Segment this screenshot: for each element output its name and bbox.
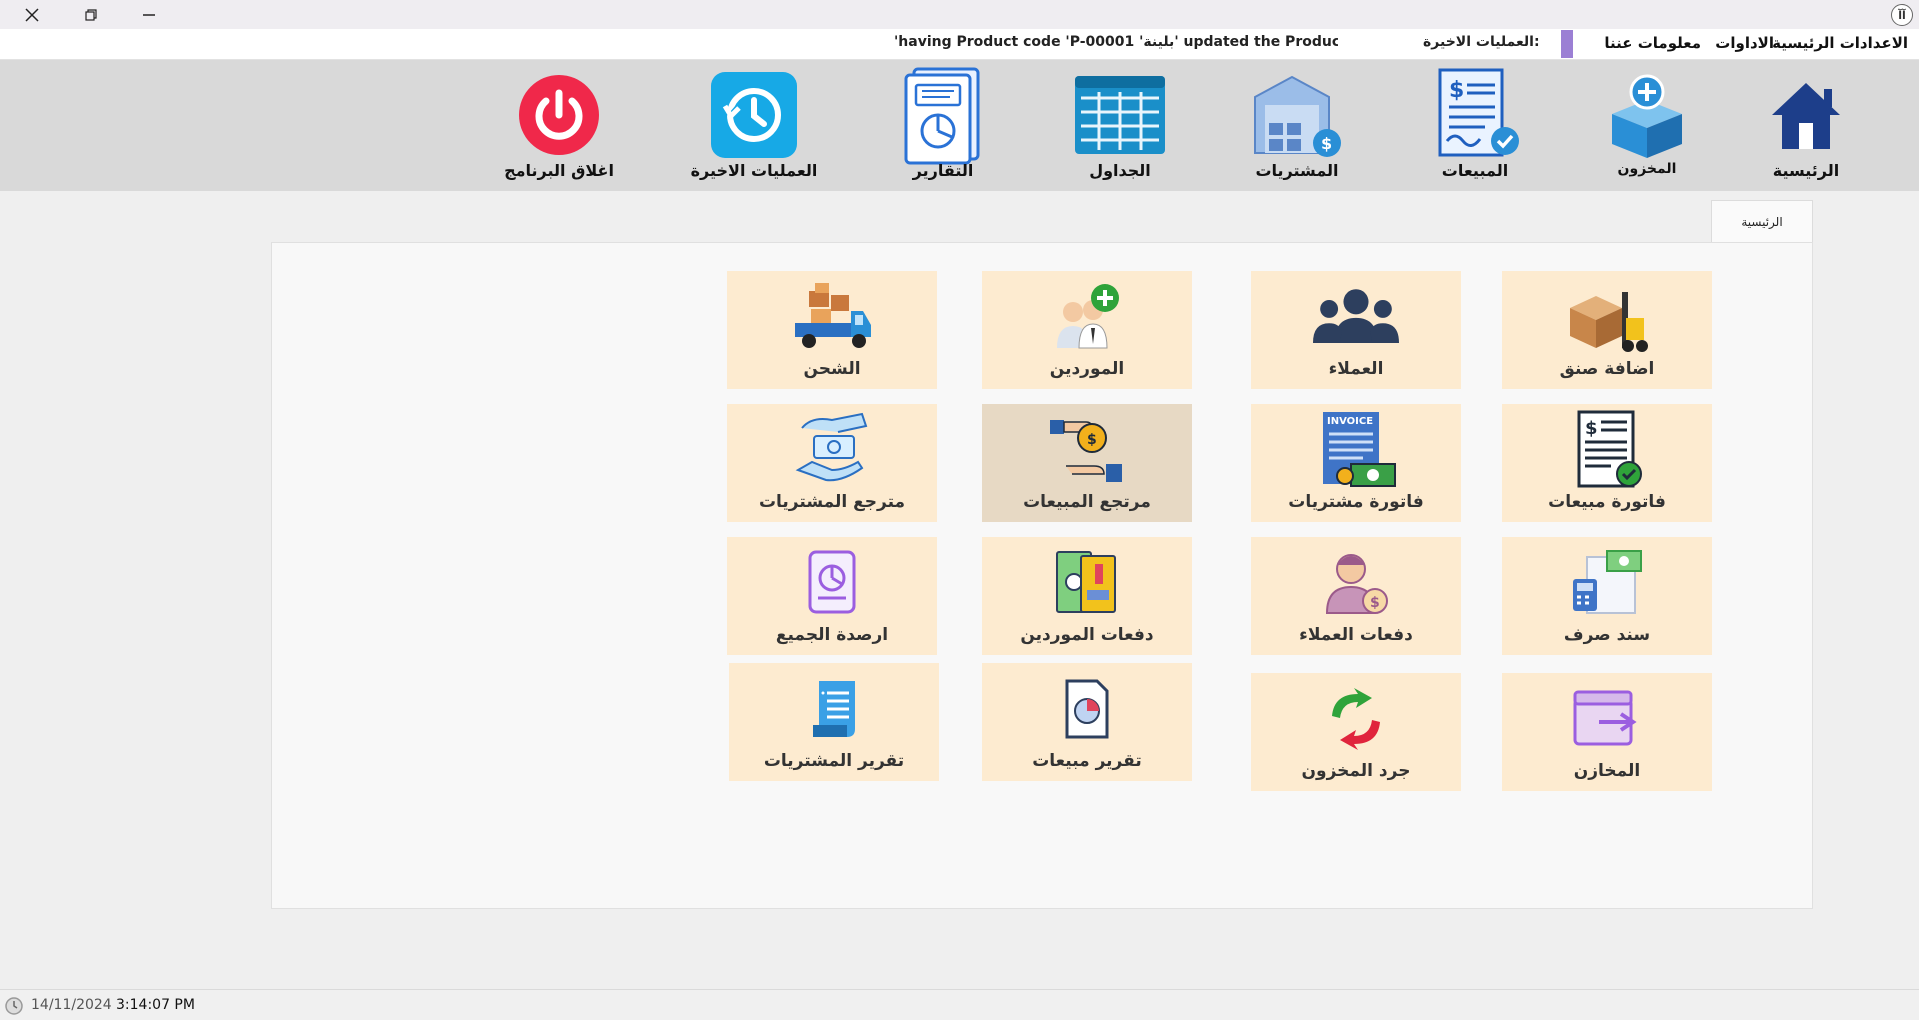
status-time: 3:14:07 PM: [116, 997, 195, 1013]
tile-label: تقرير مبيعات: [1032, 751, 1142, 771]
purchase-invoice-icon: INVOICE: [1313, 410, 1399, 490]
tile-stores[interactable]: المخازن: [1502, 673, 1712, 791]
tile-label: فاتورة مبيعات: [1548, 492, 1666, 512]
tile-label: المخازن: [1573, 761, 1641, 781]
restore-icon: [85, 8, 97, 21]
tab-home[interactable]: الرئيسية: [1711, 200, 1813, 243]
tile-supplier-payments[interactable]: دفعات الموردين: [982, 537, 1192, 655]
payment-voucher-icon: [1564, 543, 1650, 623]
toolbar-sales-button[interactable]: $ المبيعات: [1410, 65, 1540, 190]
status-date: 14/11/2024: [31, 997, 112, 1013]
restore-button[interactable]: [62, 0, 120, 29]
svg-text:$: $: [1321, 134, 1332, 153]
balances-icon: [789, 543, 875, 623]
report-icon: [893, 65, 993, 165]
toolbar-label: الرئيسية: [1772, 161, 1840, 180]
sales-invoice-icon: $: [1564, 410, 1650, 490]
tile-label: سند صرف: [1563, 625, 1651, 645]
toolbar-history-button[interactable]: العمليات الاخيرة: [689, 65, 819, 190]
toolbar-label: الجداول: [1089, 161, 1151, 180]
tile-suppliers[interactable]: الموردين: [982, 271, 1192, 389]
tile-purchase-return[interactable]: مترجع المشتريات: [727, 404, 937, 522]
toolbar-exit-button[interactable]: اغلاق البرنامج: [494, 65, 624, 190]
tile-label: اضافة صنق: [1559, 359, 1655, 379]
tile-label: تقرير المشتريات: [763, 751, 905, 771]
tile-label: دفعات العملاء: [1299, 625, 1413, 645]
shipping-truck-icon: [789, 277, 875, 357]
tile-sales-invoice[interactable]: $ فاتورة مبيعات: [1502, 404, 1712, 522]
close-button[interactable]: [3, 0, 61, 29]
close-icon: [25, 7, 39, 22]
menu-separator: [1561, 30, 1573, 58]
recent-operations-text: 'having Product code 'P-00001 'بلينة' up…: [894, 34, 1338, 50]
toolbar-label: اغلاق البرنامج: [504, 161, 614, 180]
minimize-icon: [143, 13, 155, 16]
svg-text:$: $: [1370, 595, 1380, 611]
table-icon: [1070, 65, 1170, 165]
sales-return-icon: $: [1044, 410, 1130, 490]
tile-stocktaking[interactable]: جرد المخزون: [1251, 673, 1461, 791]
stores-box-icon: [1564, 679, 1650, 759]
minimize-button[interactable]: [120, 0, 178, 29]
purchases-report-icon: [791, 669, 877, 749]
toolbar-label: المشتريات: [1255, 161, 1339, 180]
toolbar-tables-button[interactable]: الجداول: [1055, 65, 1185, 190]
toolbar-label: العمليات الاخيرة: [690, 161, 818, 180]
tile-label: مرتجع المبيعات: [1023, 492, 1151, 512]
forklift-boxes-icon: [1564, 277, 1650, 357]
toolbar-label: المبيعات: [1441, 161, 1509, 180]
title-bar: آآ: [0, 0, 1919, 29]
sales-report-icon: [1044, 669, 1130, 749]
tile-shipping[interactable]: الشحن: [727, 271, 937, 389]
customers-group-icon: [1313, 277, 1399, 357]
tile-label: ارصدة الجميع: [775, 625, 889, 645]
svg-text:$: $: [1585, 418, 1598, 439]
toolbar-inventory-button[interactable]: المخزون: [1582, 65, 1712, 190]
tile-customers[interactable]: العملاء: [1251, 271, 1461, 389]
menu-bar: الاعدادات الرئيسية الاداوات معلومات عننا…: [0, 29, 1919, 60]
tile-balances[interactable]: ارصدة الجميع: [727, 537, 937, 655]
tile-label: الموردين: [1049, 359, 1125, 379]
menu-about[interactable]: معلومات عننا: [1604, 34, 1701, 52]
toolbar-home-button[interactable]: الرئيسية: [1741, 65, 1871, 190]
tile-purchases-report[interactable]: تقرير المشتريات: [729, 663, 939, 781]
status-bar: 14/11/2024 3:14:07 PM: [0, 989, 1919, 1020]
recent-operations-label: العمليات الاخيرة:: [1423, 34, 1540, 50]
app-logo-icon: آآ: [1891, 4, 1913, 26]
svg-text:$: $: [1087, 432, 1097, 448]
tile-label: دفعات الموردين: [1020, 625, 1154, 645]
tile-payment-voucher[interactable]: سند صرف: [1502, 537, 1712, 655]
tile-label: العملاء: [1328, 359, 1384, 379]
sales-invoice-icon: $: [1425, 65, 1525, 165]
svg-text:$: $: [1449, 78, 1464, 103]
menu-main-settings[interactable]: الاعدادات الرئيسية: [1772, 34, 1908, 52]
tile-label: الشحن: [803, 359, 861, 379]
toolbar-label: المخزون: [1617, 161, 1677, 177]
tile-label: فاتورة مشتريات: [1288, 492, 1424, 512]
clock-icon: [5, 997, 23, 1015]
inventory-box-icon: [1597, 65, 1697, 165]
tile-purchase-invoice[interactable]: INVOICE فاتورة مشتريات: [1251, 404, 1461, 522]
history-icon: [704, 65, 804, 165]
toolbar-label: التقارير: [912, 161, 974, 180]
menu-tools[interactable]: الاداوات: [1715, 34, 1774, 52]
main-toolbar: الرئيسية المخزون $ المبيعات $ المشتريات …: [0, 60, 1919, 191]
stocktaking-icon: [1313, 679, 1399, 759]
tile-sales-return[interactable]: $ مرتجع المبيعات: [982, 404, 1192, 522]
tile-add-item[interactable]: اضافة صنق: [1502, 271, 1712, 389]
customer-payments-icon: $: [1313, 543, 1399, 623]
power-icon: [509, 65, 609, 165]
supplier-payments-icon: [1044, 543, 1130, 623]
tile-customer-payments[interactable]: $ دفعات العملاء: [1251, 537, 1461, 655]
warehouse-purchases-icon: $: [1247, 65, 1347, 165]
purchase-return-icon: [789, 410, 875, 490]
add-supplier-icon: [1044, 277, 1130, 357]
svg-text:INVOICE: INVOICE: [1327, 416, 1373, 427]
toolbar-purchases-button[interactable]: $ المشتريات: [1232, 65, 1362, 190]
home-icon: [1756, 65, 1856, 165]
tile-label: جرد المخزون: [1301, 761, 1411, 781]
tile-sales-report[interactable]: تقرير مبيعات: [982, 663, 1192, 781]
tile-label: مترجع المشتريات: [758, 492, 906, 512]
toolbar-reports-button[interactable]: التقارير: [878, 65, 1008, 190]
